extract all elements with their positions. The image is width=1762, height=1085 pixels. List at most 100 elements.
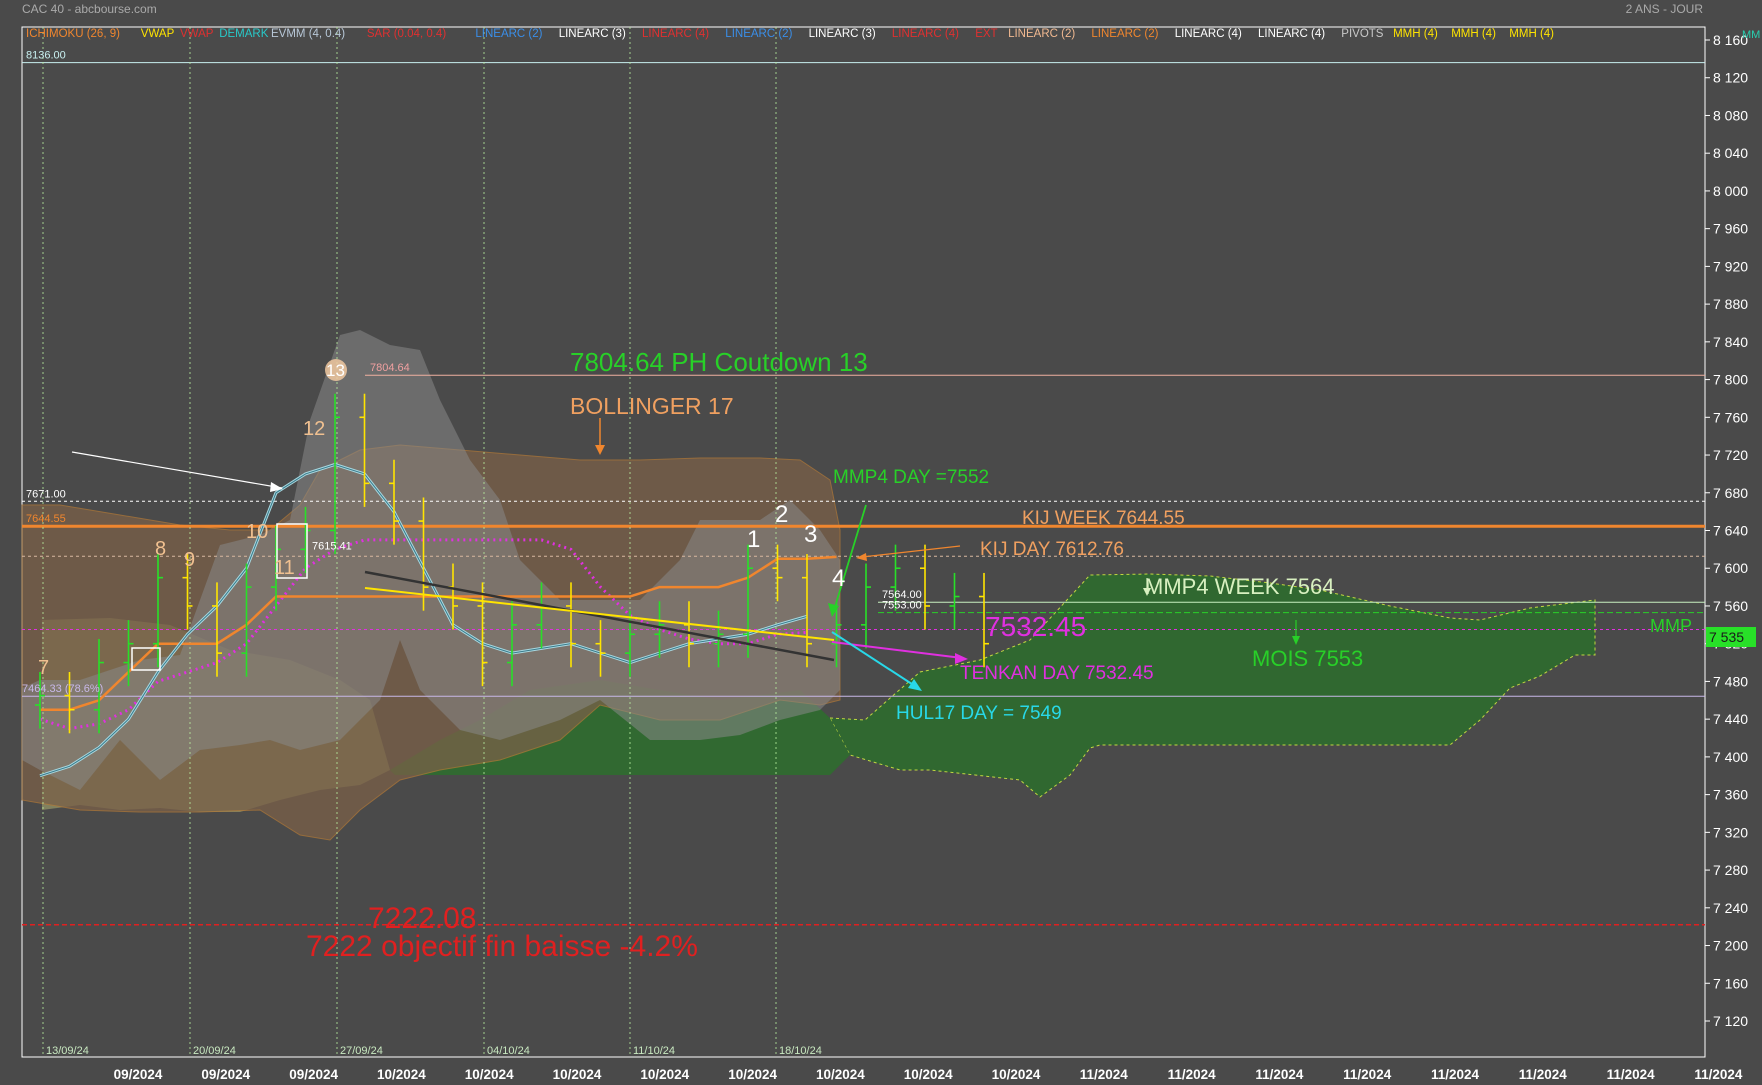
x-tick-label: 10/2024 xyxy=(640,1067,689,1082)
target-objective-label: 7222 objectif fin baisse -4.2% xyxy=(306,930,698,963)
kij-week-label: KIJ WEEK 7644.55 xyxy=(1022,508,1185,529)
y-tick-label: 7 800 xyxy=(1713,372,1748,388)
legend-item-5: SAR (0.04, 0.4) xyxy=(367,28,446,40)
count-label-13: 13 xyxy=(326,361,345,380)
y-tick-label: 7 160 xyxy=(1713,975,1748,991)
legend-item-12: EXT xyxy=(975,28,997,40)
y-tick-label: 7 920 xyxy=(1713,258,1748,274)
x-tick-label: 11/2024 xyxy=(1519,1067,1568,1082)
legend-item-7: LINEARC (3) xyxy=(559,28,626,40)
count-label-12: 12 xyxy=(303,418,325,440)
legend-item-13: LINEARC (2) xyxy=(1008,28,1075,40)
week-date-label: 18/10/24 xyxy=(779,1045,822,1057)
y-tick-label: 7 840 xyxy=(1713,334,1748,350)
mois-label: MOIS 7553 xyxy=(1252,646,1363,671)
count-label-4: 4 xyxy=(832,565,845,592)
x-tick-label: 10/2024 xyxy=(465,1067,514,1082)
legend-item-2: VWAP xyxy=(180,28,214,40)
tenkan-day-label: TENKAN DAY 7532.45 xyxy=(960,663,1154,684)
y-tick-label: 7 360 xyxy=(1713,787,1748,803)
legend-item-6: LINEARC (2) xyxy=(475,28,542,40)
mmp4-day-label: MMP4 DAY =7552 xyxy=(833,467,989,488)
y-tick-label: 8 000 xyxy=(1713,183,1748,199)
tenkan-value-label: 7532.45 xyxy=(985,611,1086,642)
y-tick-label: 7 240 xyxy=(1713,900,1748,916)
x-tick-label: 10/2024 xyxy=(728,1067,777,1082)
week-date-label: 11/10/24 xyxy=(633,1045,675,1057)
legend-item-20: MMH (4) xyxy=(1509,28,1554,40)
legend-item-1: VWAP xyxy=(141,28,175,40)
legend-item-9: LINEARC (2) xyxy=(725,28,792,40)
legend-item-0: ICHIMOKU (26, 9) xyxy=(26,28,120,40)
week-date-label: 04/10/24 xyxy=(487,1045,530,1057)
count-label-1: 1 xyxy=(747,526,760,553)
y-tick-label: 7 600 xyxy=(1713,560,1748,576)
legend-item-18: MMH (4) xyxy=(1393,28,1438,40)
x-tick-label: 09/2024 xyxy=(114,1067,163,1082)
x-tick-label: 10/2024 xyxy=(992,1067,1041,1082)
y-tick-label: 8 120 xyxy=(1713,70,1748,86)
y-tick-label: 8 080 xyxy=(1713,107,1748,123)
price-box-label: 7644.55 xyxy=(26,513,66,525)
legend-item-16: LINEARC (4) xyxy=(1258,28,1325,40)
y-tick-label: 7 400 xyxy=(1713,749,1748,765)
x-tick-label: 09/2024 xyxy=(201,1067,250,1082)
count-label-11: 11 xyxy=(274,557,295,579)
price-box-label: 8136.00 xyxy=(26,50,66,62)
y-tick-label: 7 280 xyxy=(1713,862,1748,878)
x-tick-label: 11/2024 xyxy=(1168,1067,1217,1082)
x-tick-label: 10/2024 xyxy=(904,1067,953,1082)
y-tick-label: 7 440 xyxy=(1713,711,1748,727)
legend-item-8: LINEARC (4) xyxy=(642,28,709,40)
period-label: 2 ANS - JOUR xyxy=(1626,2,1704,16)
ph-countdown-label: 7804.64 PH Coutdown 13 xyxy=(570,347,868,377)
kij-day-label: KIJ DAY 7612.76 xyxy=(980,539,1124,560)
y-tick-label: 7 560 xyxy=(1713,598,1748,614)
x-tick-label: 11/2024 xyxy=(1343,1067,1392,1082)
x-tick-label: 11/2024 xyxy=(1607,1067,1656,1082)
x-tick-label: 10/2024 xyxy=(816,1067,865,1082)
legend-item-17: PIVOTS xyxy=(1341,28,1384,40)
count-label-8: 8 xyxy=(155,538,166,560)
mmp4-week-label: MMP4 WEEK 7564 xyxy=(1145,574,1335,599)
x-tick-label: 11/2024 xyxy=(1255,1067,1304,1082)
count-label-3: 3 xyxy=(804,521,817,548)
x-tick-label: 11/2024 xyxy=(1694,1067,1743,1082)
y-tick-label: 7 680 xyxy=(1713,485,1748,501)
mmp-edge-label: MMP xyxy=(1650,616,1692,636)
price-box-label: 7615.41 xyxy=(312,541,352,553)
x-tick-label: 11/2024 xyxy=(1080,1067,1129,1082)
y-tick-label: 7 480 xyxy=(1713,673,1748,689)
source-title: CAC 40 - abcbourse.com xyxy=(22,2,157,16)
chart-window: 8 160 8 120 8 080 8 040 8 000 7 960 7 920 7 880… xyxy=(0,0,1762,1085)
price-box-label: 7671.00 xyxy=(26,488,66,500)
price-box-label: 7553.00 xyxy=(882,600,922,612)
y-tick-label: 7 760 xyxy=(1713,409,1748,425)
y-tick-label: 7 120 xyxy=(1713,1013,1748,1029)
week-date-label: 13/09/24 xyxy=(46,1045,89,1057)
legend-item-10: LINEARC (3) xyxy=(809,28,876,40)
y-tick-label: 7 960 xyxy=(1713,221,1748,237)
x-tick-label: 11/2024 xyxy=(1431,1067,1480,1082)
x-tick-label: 10/2024 xyxy=(553,1067,602,1082)
count-label-10: 10 xyxy=(246,521,268,543)
count-label-2: 2 xyxy=(775,501,788,528)
current-price-label: 7 535 xyxy=(1709,629,1744,645)
count-label-7: 7 xyxy=(38,657,49,679)
bollinger-label: BOLLINGER 17 xyxy=(570,393,734,419)
right-edge-label: MM xyxy=(1742,29,1760,41)
y-tick-label: 8 040 xyxy=(1713,145,1748,161)
legend-item-15: LINEARC (4) xyxy=(1175,28,1242,40)
x-tick-label: 09/2024 xyxy=(289,1067,338,1082)
legend-item-19: MMH (4) xyxy=(1451,28,1496,40)
count-label-9: 9 xyxy=(184,549,195,571)
legend-item-4: EVMM (4, 0.4) xyxy=(271,28,345,40)
legend-item-11: LINEARC (4) xyxy=(892,28,959,40)
y-tick-label: 7 320 xyxy=(1713,824,1748,840)
hul17-day-label: HUL17 DAY = 7549 xyxy=(896,703,1062,724)
legend-item-3: DEMARK xyxy=(219,28,269,40)
y-tick-label: 7 200 xyxy=(1713,938,1748,954)
legend-item-14: LINEARC (2) xyxy=(1091,28,1158,40)
price-box-label: 7464.33 (78.6%) xyxy=(22,683,103,695)
price-box-label: 7804.64 xyxy=(370,362,410,374)
